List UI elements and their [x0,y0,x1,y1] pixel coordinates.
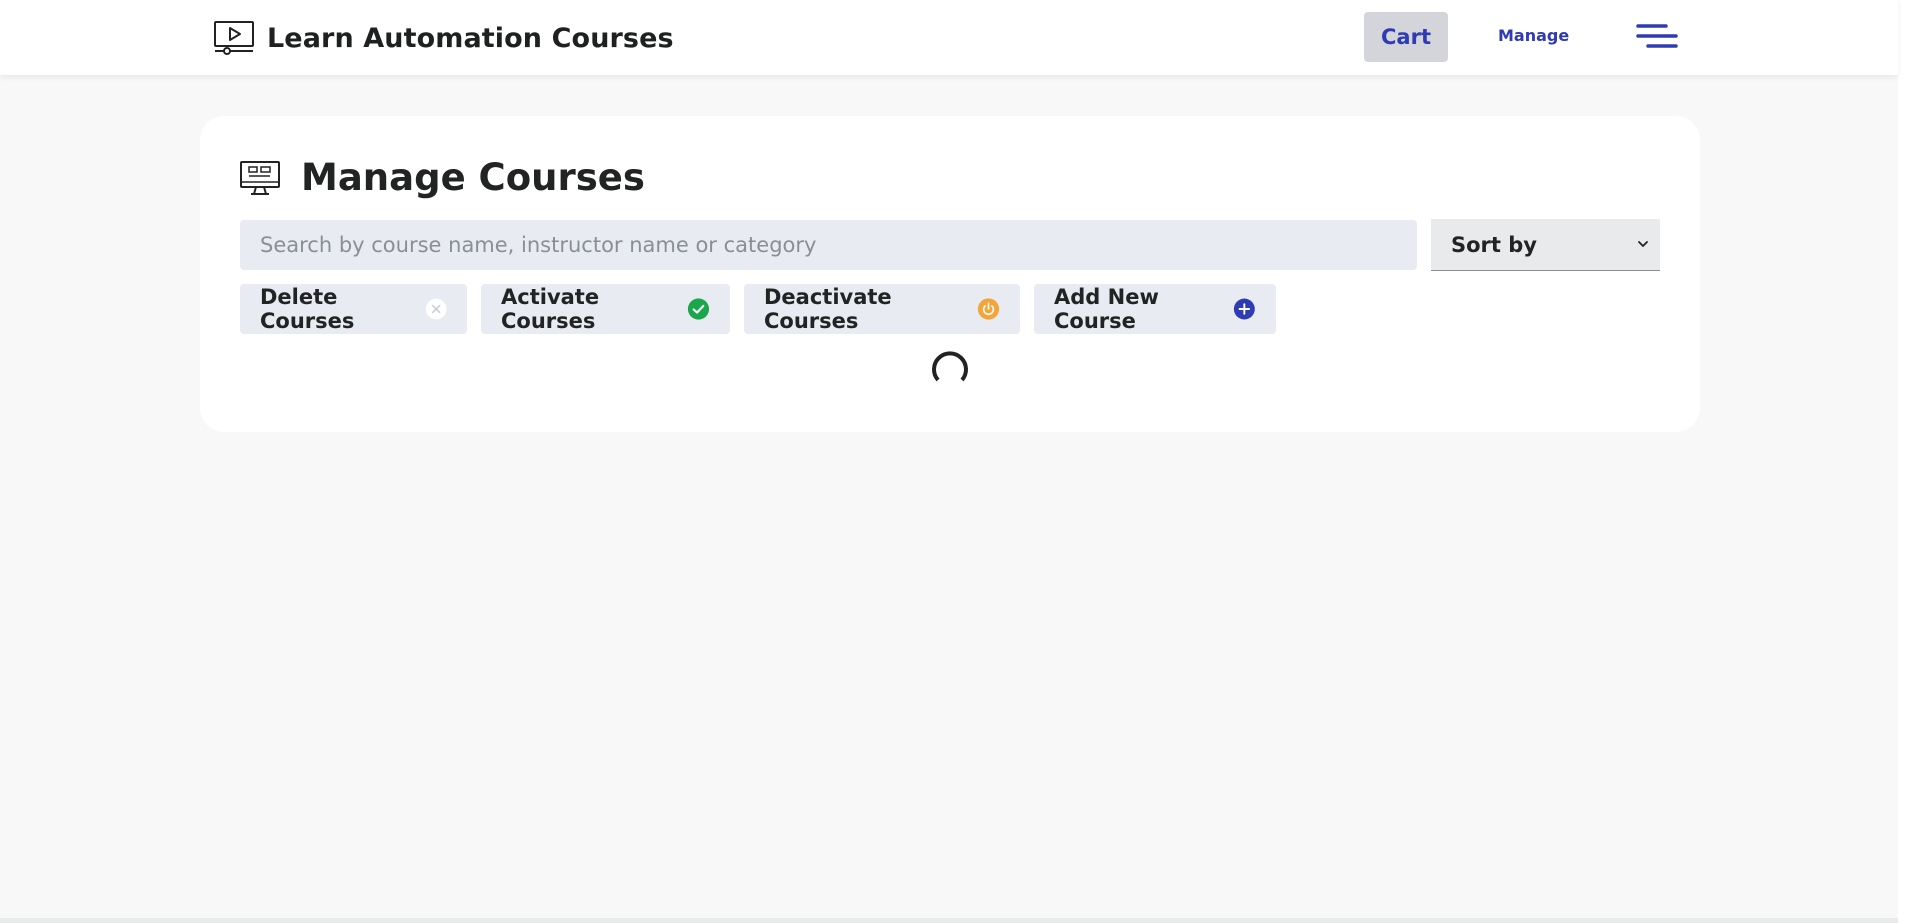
cart-button[interactable]: Cart [1364,12,1448,62]
card-header: Manage Courses [239,156,645,199]
manage-courses-card: Manage Courses Sort by Delete Courses Ac… [200,116,1700,432]
action-toolbar: Delete Courses Activate Courses Deactiva… [240,284,1290,334]
delete-courses-button[interactable]: Delete Courses [240,284,467,334]
manage-link[interactable]: Manage [1498,26,1569,45]
plus-circle-icon [1234,298,1256,320]
bottom-edge [0,918,1898,923]
scrollbar-track[interactable] [1898,0,1920,923]
sort-select[interactable]: Sort by [1431,219,1660,271]
activate-courses-button[interactable]: Activate Courses [481,284,730,334]
hamburger-menu-icon[interactable] [1636,22,1678,52]
loading-spinner-icon [932,351,968,382]
search-input[interactable] [240,220,1417,270]
power-circle-icon [977,298,1000,320]
video-course-icon [214,21,254,55]
computer-monitor-icon [240,160,280,195]
page-title: Manage Courses [301,156,645,199]
brand[interactable]: Learn Automation Courses [213,18,674,58]
delete-courses-label: Delete Courses [260,285,355,333]
deactivate-courses-label: Deactivate Courses [764,285,892,333]
deactivate-courses-button[interactable]: Deactivate Courses [744,284,1020,334]
add-new-course-button[interactable]: Add New Course [1034,284,1276,334]
sort-select-label: Sort by [1451,232,1537,257]
add-new-course-label: Add New Course [1054,285,1159,333]
chevron-down-icon [1638,241,1648,247]
activate-courses-label: Activate Courses [501,285,600,333]
close-circle-icon [425,298,447,320]
check-circle-icon [687,298,710,320]
brand-title: Learn Automation Courses [267,22,674,54]
top-navbar: Learn Automation Courses Cart Manage [0,0,1898,75]
